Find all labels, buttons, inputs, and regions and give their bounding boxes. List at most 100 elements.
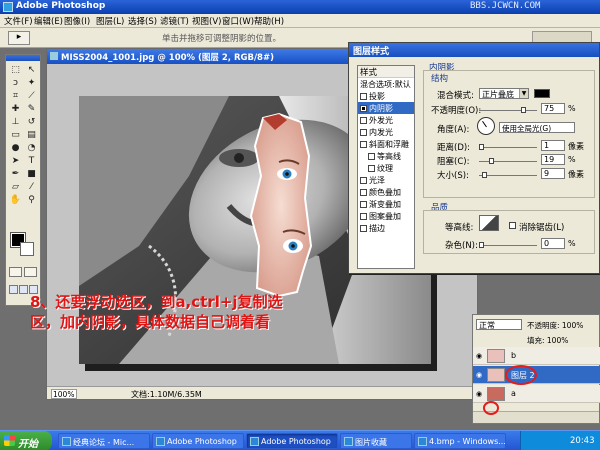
blend-mode-select[interactable]: 正片叠底 ▼	[479, 88, 529, 99]
style-list-item[interactable]: 投影	[358, 90, 414, 102]
style-list-item[interactable]: 外发光	[358, 114, 414, 126]
style-list-item[interactable]: 等高线	[358, 150, 414, 162]
contour-picker[interactable]	[479, 215, 499, 231]
noise-slider[interactable]	[479, 242, 537, 248]
path-select-icon[interactable]: ➤	[8, 155, 23, 167]
menu-view[interactable]: 视图(V)	[192, 15, 221, 27]
screen-mode-standard-button[interactable]	[9, 285, 18, 294]
blur-tool-icon[interactable]: ●	[8, 142, 23, 154]
standard-mode-button[interactable]	[9, 267, 22, 277]
screen-mode-menu-button[interactable]	[19, 285, 28, 294]
style-checkbox[interactable]	[368, 164, 375, 172]
style-list-item[interactable]: 颜色叠加	[358, 186, 414, 198]
dialog-title[interactable]: 图层样式	[349, 43, 599, 57]
style-list-item[interactable]: 内发光	[358, 126, 414, 138]
move-tool-icon[interactable]: ↖	[24, 64, 39, 76]
noise-slider-handle[interactable]	[479, 242, 484, 248]
eyedropper-icon[interactable]: ⁄	[24, 181, 39, 193]
menu-file[interactable]: 文件(F)	[4, 15, 33, 27]
noise-input[interactable]: 0	[541, 238, 565, 249]
shape-tool-icon[interactable]: ■	[24, 168, 39, 180]
choke-input[interactable]: 19	[541, 154, 565, 165]
background-color-swatch[interactable]	[20, 242, 34, 256]
pen-tool-icon[interactable]: ✒	[8, 168, 23, 180]
antialias-checkbox[interactable]	[509, 222, 516, 229]
taskbar-item[interactable]: 4.bmp - Windows...	[414, 433, 506, 449]
start-button[interactable]: 开始	[0, 431, 52, 450]
style-list-item[interactable]: 混合选项:默认	[358, 78, 414, 90]
style-checkbox[interactable]	[360, 92, 367, 100]
style-list-item[interactable]: 渐变叠加	[358, 198, 414, 210]
distance-input[interactable]: 1	[541, 140, 565, 151]
taskbar-item[interactable]: 图片收藏	[340, 433, 412, 449]
style-list-item[interactable]: 光泽	[358, 174, 414, 186]
style-checkbox[interactable]	[360, 188, 367, 196]
gradient-tool-icon[interactable]: ▤	[24, 129, 39, 141]
layer-opacity[interactable]: 不透明度: 100%	[527, 320, 583, 331]
style-checkbox[interactable]	[360, 200, 367, 208]
style-checkbox[interactable]	[360, 212, 367, 220]
menu-layer[interactable]: 图层(L)	[96, 15, 124, 27]
style-list-item[interactable]: 纹理	[358, 162, 414, 174]
style-checkbox[interactable]	[360, 140, 367, 148]
zoom-level-field[interactable]: 100%	[51, 389, 77, 399]
style-checkbox[interactable]	[360, 176, 367, 184]
style-list-header[interactable]: 样式	[358, 66, 414, 78]
notes-tool-icon[interactable]: ▱	[8, 181, 23, 193]
size-slider-handle[interactable]	[482, 172, 487, 178]
menu-image[interactable]: 图像(I)	[64, 15, 90, 27]
hand-tool-icon[interactable]: ✋	[8, 194, 23, 206]
size-slider[interactable]	[479, 172, 537, 178]
style-list-item[interactable]: 斜面和浮雕	[358, 138, 414, 150]
shadow-color-swatch[interactable]	[534, 89, 550, 98]
dodge-tool-icon[interactable]: ◔	[24, 142, 39, 154]
clone-stamp-icon[interactable]: ⊥	[8, 116, 23, 128]
layer-blend-mode-select[interactable]: 正常	[476, 319, 522, 330]
magic-wand-icon[interactable]: ✦	[24, 77, 39, 89]
taskbar-item[interactable]: Adobe Photoshop	[152, 433, 244, 449]
opacity-input[interactable]: 75	[541, 103, 565, 114]
menu-filter[interactable]: 滤镜(T)	[160, 15, 189, 27]
size-input[interactable]: 9	[541, 168, 565, 179]
style-checkbox[interactable]	[360, 116, 367, 124]
choke-slider[interactable]	[479, 158, 537, 164]
style-checkbox[interactable]	[360, 128, 367, 136]
menu-select[interactable]: 选择(S)	[128, 15, 157, 27]
layer-fill[interactable]: 填充: 100%	[527, 335, 568, 346]
eye-icon[interactable]: ◉	[476, 390, 484, 398]
opacity-slider[interactable]	[479, 107, 537, 113]
opacity-slider-handle[interactable]	[521, 107, 526, 113]
eraser-tool-icon[interactable]: ▭	[8, 129, 23, 141]
style-checkbox[interactable]	[360, 104, 367, 112]
taskbar-item-active[interactable]: Adobe Photoshop	[246, 433, 338, 449]
crop-tool-icon[interactable]: ⌗	[8, 90, 23, 102]
distance-slider-handle[interactable]	[479, 144, 484, 150]
move-tool-preset[interactable]: ▸	[8, 31, 30, 45]
menu-help[interactable]: 帮助(H)	[254, 15, 284, 27]
menu-window[interactable]: 窗口(W)	[222, 15, 254, 27]
history-brush-icon[interactable]: ↺	[24, 116, 39, 128]
eye-icon[interactable]: ◉	[476, 371, 484, 379]
style-list-item[interactable]: 内阴影	[358, 102, 414, 114]
choke-slider-handle[interactable]	[489, 158, 494, 164]
distance-slider[interactable]	[479, 144, 537, 150]
marquee-tool-icon[interactable]: ⬚	[8, 64, 23, 76]
brush-tool-icon[interactable]: ✎	[24, 103, 39, 115]
zoom-tool-icon[interactable]: ⚲	[24, 194, 39, 206]
angle-dial[interactable]	[477, 117, 495, 135]
type-tool-icon[interactable]: T	[24, 155, 39, 167]
lasso-tool-icon[interactable]: ↄ	[8, 77, 23, 89]
layer-thumbnail	[487, 368, 505, 382]
healing-brush-icon[interactable]: ✚	[8, 103, 23, 115]
style-list-item[interactable]: 图案叠加	[358, 210, 414, 222]
layer-row-b[interactable]: ◉ b	[473, 347, 600, 365]
menu-edit[interactable]: 编辑(E)	[34, 15, 63, 27]
taskbar-item[interactable]: 经典论坛 - Mic...	[58, 433, 150, 449]
style-checkbox[interactable]	[360, 224, 367, 232]
style-list-item[interactable]: 描边	[358, 222, 414, 234]
quick-mask-button[interactable]	[24, 267, 37, 277]
slice-tool-icon[interactable]: ⟋	[24, 90, 39, 102]
global-light-field[interactable]: 使用全局光(G)	[499, 122, 575, 133]
eye-icon[interactable]: ◉	[476, 352, 484, 360]
style-checkbox[interactable]	[368, 152, 375, 160]
